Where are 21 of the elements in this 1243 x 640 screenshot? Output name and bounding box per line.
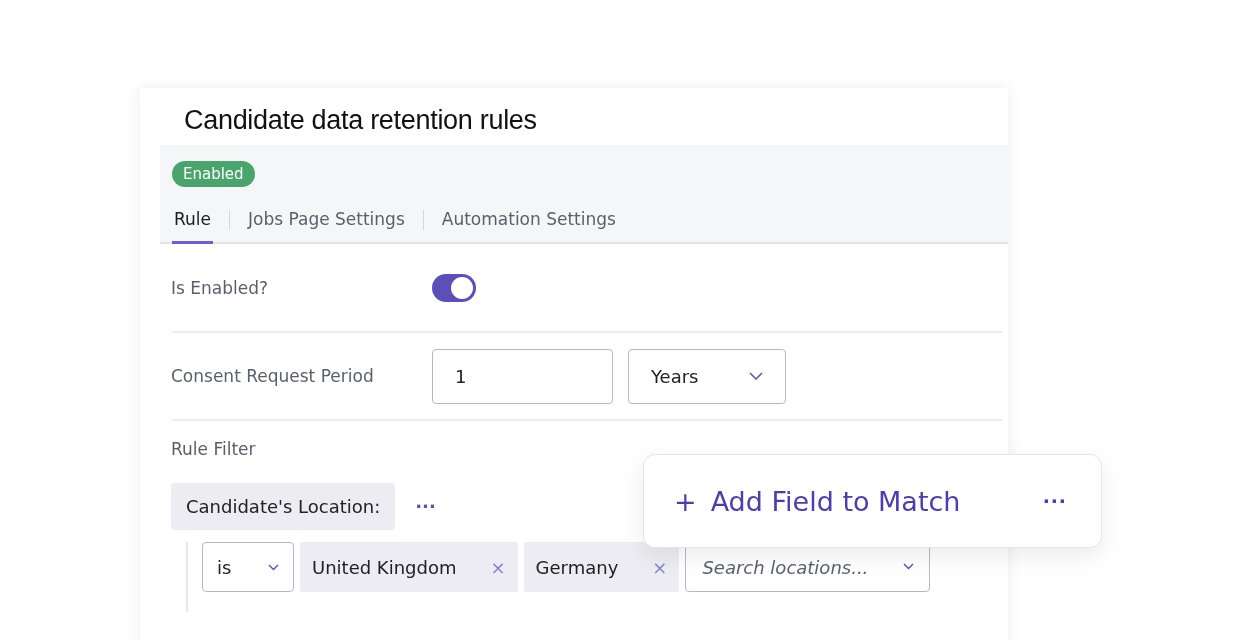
field-chip: Candidate's Location: bbox=[171, 483, 396, 530]
tag-label: Germany bbox=[535, 556, 619, 578]
status-badge: Enabled bbox=[172, 161, 255, 187]
field-label: Is Enabled? bbox=[171, 277, 269, 298]
chevron-down-icon bbox=[903, 563, 915, 570]
operator-dropdown[interactable]: is bbox=[202, 542, 294, 592]
period-input[interactable]: 1 bbox=[432, 348, 613, 404]
field-label: Consent Request Period bbox=[171, 366, 375, 386]
tab[interactable]: Rule bbox=[172, 201, 213, 244]
page-title: Candidate data retention rules bbox=[183, 104, 538, 137]
tab[interactable]: Jobs Page Settings bbox=[246, 201, 407, 244]
chevron-down-icon bbox=[268, 563, 279, 571]
enabled-toggle[interactable] bbox=[432, 273, 476, 302]
section-label: Rule Filter bbox=[171, 438, 257, 459]
more-button[interactable]: ··· bbox=[1043, 487, 1067, 515]
more-button[interactable]: ··· bbox=[409, 495, 442, 518]
tag-label: United Kingdom bbox=[312, 556, 457, 578]
chevron-down-icon bbox=[749, 372, 763, 380]
tab[interactable]: Automation Settings bbox=[439, 201, 618, 244]
unit-dropdown[interactable]: Years bbox=[628, 348, 786, 404]
add-field-button[interactable]: + Add Field to Match bbox=[674, 485, 961, 517]
